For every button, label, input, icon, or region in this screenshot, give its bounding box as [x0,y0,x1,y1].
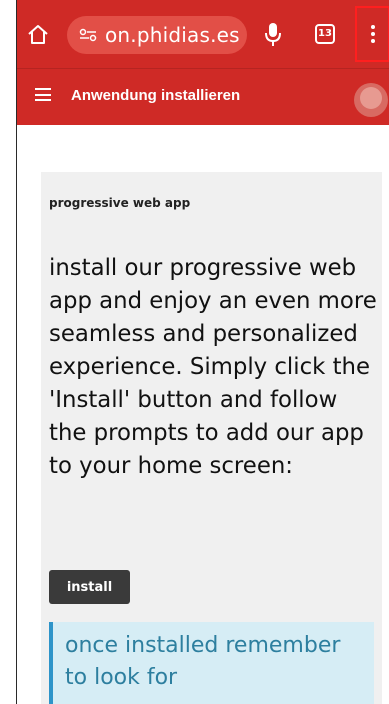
info-note-text: once installed remember to look for [65,633,341,690]
tab-count: 13 [318,28,332,39]
tabs-button[interactable]: 13 [315,24,335,44]
site-info-icon[interactable] [79,27,99,43]
home-button[interactable] [25,22,51,48]
install-card: progressive web app install our progress… [41,172,382,704]
url-text[interactable]: on.phidias.es [105,23,240,47]
more-vert-icon[interactable] [355,6,389,62]
menu-icon[interactable] [35,88,51,101]
app-header: Anwendung installieren [17,68,389,125]
voice-search-button[interactable] [263,21,283,47]
install-button[interactable]: install [49,570,130,604]
home-icon [28,25,48,44]
mic-icon [265,23,281,46]
phone-screen: on.phidias.es 13 Anwendung installieren … [16,0,389,704]
address-bar[interactable]: on.phidias.es [67,16,247,54]
card-body-text: install our progressive web app and enjo… [49,255,377,479]
info-note: once installed remember to look for [49,622,374,704]
browser-toolbar: on.phidias.es 13 [17,0,389,68]
card-kicker: progressive web app [49,196,191,210]
avatar[interactable] [354,83,388,117]
app-title: Anwendung installieren [71,87,241,104]
